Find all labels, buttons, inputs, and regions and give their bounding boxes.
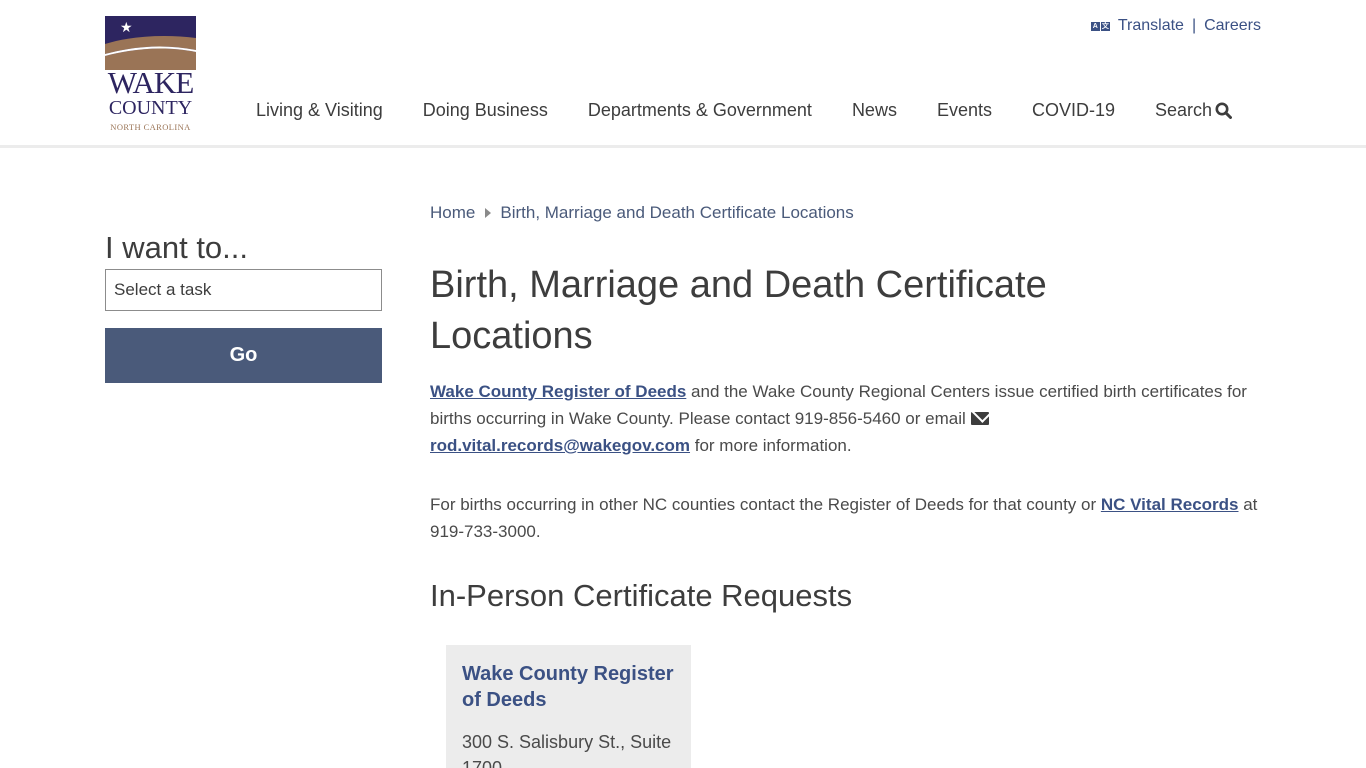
caret-right-icon — [485, 208, 492, 218]
careers-link[interactable]: Careers — [1204, 17, 1261, 35]
task-select[interactable]: Select a task — [105, 269, 382, 311]
intro-text-end: for more information. — [690, 436, 852, 455]
nc-vital-records-link[interactable]: NC Vital Records — [1101, 495, 1239, 514]
star-icon: ★ — [120, 19, 133, 35]
logo-banner: ★ — [105, 16, 196, 70]
register-of-deeds-link[interactable]: Wake County Register of Deeds — [430, 382, 686, 401]
site-header: ★ WAKE COUNTY NORTH CAROLINA A文 Translat… — [0, 0, 1366, 148]
logo-wave-graphic — [105, 36, 196, 70]
breadcrumb: Home Birth, Marriage and Death Certifica… — [430, 203, 854, 223]
nav-item-doing-business[interactable]: Doing Business — [423, 100, 548, 121]
wake-county-logo[interactable]: ★ WAKE COUNTY NORTH CAROLINA — [105, 16, 196, 134]
i-want-to-heading: I want to... — [105, 230, 249, 265]
main-nav: Living & Visiting Doing Business Departm… — [256, 100, 1233, 121]
translate-icon[interactable]: A文 — [1090, 21, 1110, 31]
nav-item-news[interactable]: News — [852, 100, 897, 121]
utility-separator: | — [1191, 17, 1197, 34]
search-icon — [1215, 102, 1233, 119]
logo-state-text: NORTH CAROLINA — [110, 122, 191, 132]
nav-item-living-visiting[interactable]: Living & Visiting — [256, 100, 383, 121]
email-link[interactable]: rod.vital.records@wakegov.com — [430, 436, 690, 455]
translate-link[interactable]: Translate — [1118, 17, 1184, 35]
go-button[interactable]: Go — [105, 328, 382, 383]
nav-item-events[interactable]: Events — [937, 100, 992, 121]
utility-links: A文 Translate | Careers — [1090, 17, 1261, 35]
logo-county-text: COUNTY — [108, 97, 193, 119]
intro-paragraph: Wake County Register of Deeds and the Wa… — [430, 378, 1270, 459]
search-label: Search — [1155, 100, 1213, 120]
page-title: Birth, Marriage and Death Certificate Lo… — [430, 264, 1047, 357]
section-title: In-Person Certificate Requests — [430, 578, 853, 613]
breadcrumb-home[interactable]: Home — [430, 203, 475, 223]
location-card: Wake County Register of Deeds 300 S. Sal… — [446, 645, 691, 768]
logo-wake-text: WAKE — [107, 65, 195, 100]
location-address: 300 S. Salisbury St., Suite 1700 — [462, 732, 672, 768]
nav-search-button[interactable]: Search — [1155, 100, 1233, 121]
location-name[interactable]: Wake County Register of Deeds — [462, 661, 675, 713]
breadcrumb-current: Birth, Marriage and Death Certificate Lo… — [500, 203, 854, 222]
other-counties-paragraph: For births occurring in other NC countie… — [430, 491, 1270, 545]
nav-item-departments-government[interactable]: Departments & Government — [588, 100, 812, 121]
nav-item-covid19[interactable]: COVID-19 — [1032, 100, 1115, 121]
envelope-icon — [970, 412, 989, 425]
other-counties-text: For births occurring in other NC countie… — [430, 495, 1101, 514]
